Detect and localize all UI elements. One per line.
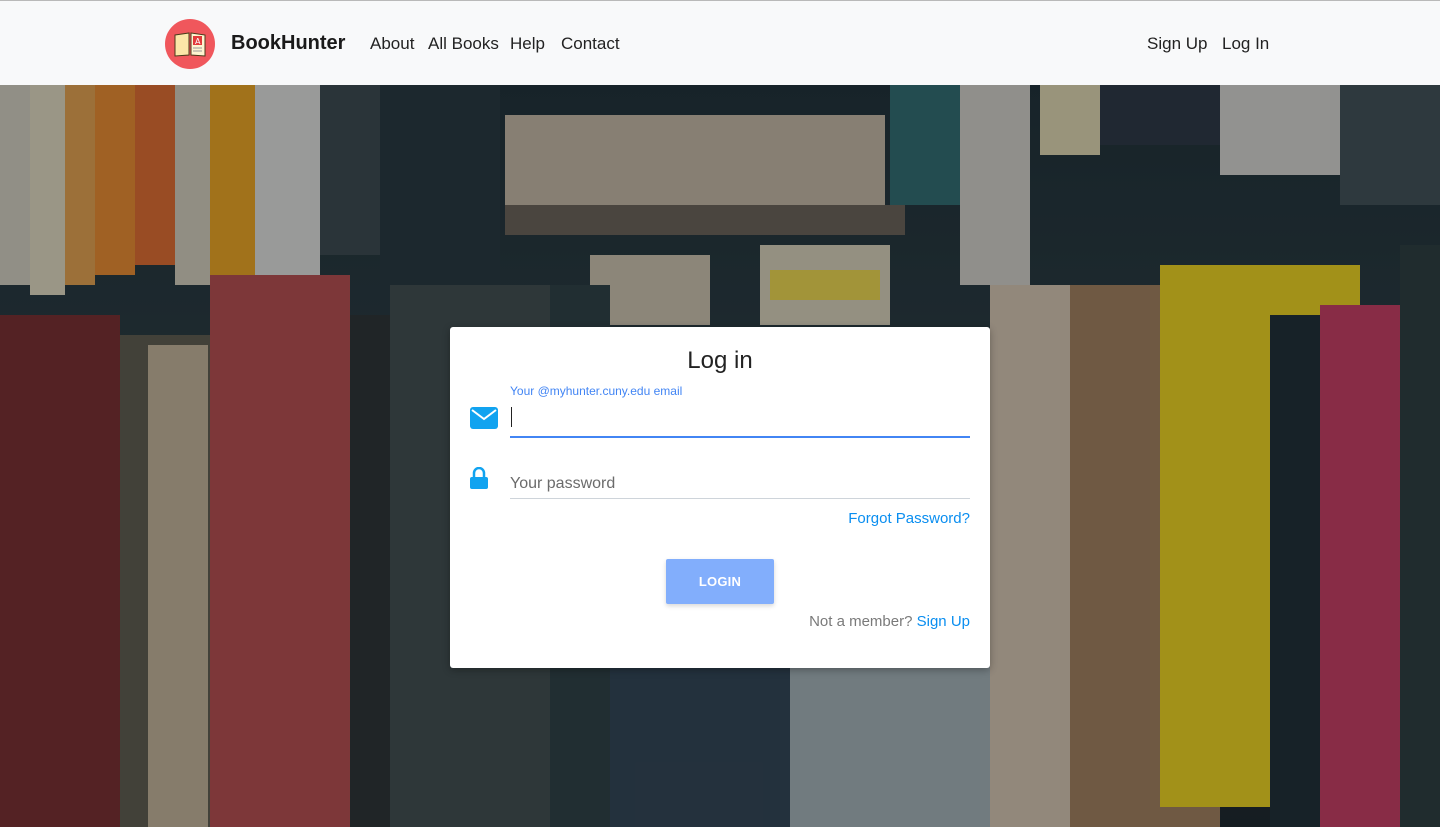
lock-icon — [470, 466, 488, 494]
nav-link-about[interactable]: About — [370, 34, 414, 54]
not-member-text: Not a member? — [809, 613, 913, 630]
book-logo-icon[interactable]: A — [165, 19, 215, 69]
email-field[interactable] — [510, 401, 970, 438]
forgot-password-link[interactable]: Forgot Password? — [848, 510, 970, 527]
nav-link-sign-up[interactable]: Sign Up — [1147, 34, 1207, 54]
text-caret — [511, 407, 512, 427]
brand-name[interactable]: BookHunter — [231, 32, 345, 55]
nav-link-contact[interactable]: Contact — [561, 34, 620, 54]
envelope-icon — [470, 407, 498, 434]
login-button[interactable]: LOGIN — [666, 559, 774, 604]
nav-link-all-books[interactable]: All Books — [428, 34, 499, 54]
email-label: Your @myhunter.cuny.edu email — [510, 384, 683, 398]
nav-link-help[interactable]: Help — [510, 34, 545, 54]
login-title: Log in — [687, 347, 753, 374]
svg-text:A: A — [195, 37, 201, 46]
signup-prompt: Not a member? Sign Up — [809, 613, 970, 630]
password-field[interactable] — [510, 469, 970, 499]
navbar: A BookHunter About All Books Help Contac… — [0, 0, 1440, 85]
signup-link[interactable]: Sign Up — [917, 613, 970, 630]
nav-link-log-in[interactable]: Log In — [1222, 34, 1269, 54]
login-card: Log in Your @myhunter.cuny.edu email For… — [450, 327, 990, 668]
